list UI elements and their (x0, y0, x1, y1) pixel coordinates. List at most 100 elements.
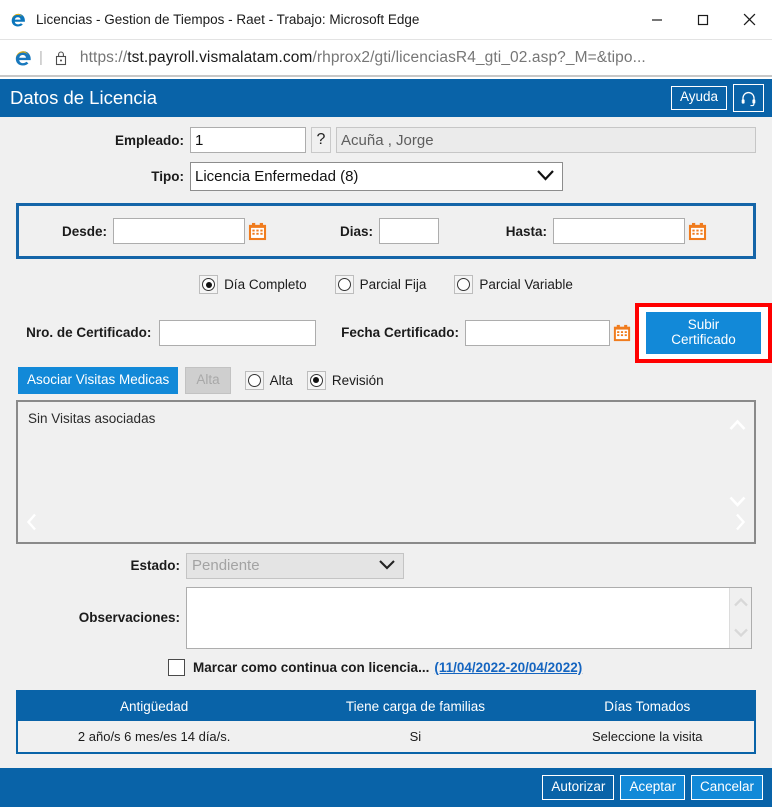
employee-lookup-button[interactable]: ? (311, 127, 331, 153)
chevron-down-icon[interactable] (729, 494, 746, 512)
empleado-row: Empleado: ? (0, 117, 772, 153)
radio-revision-label: Revisión (331, 372, 384, 388)
radio-parcial-fija[interactable]: Parcial Fija (334, 275, 426, 294)
radio-parcial-variable-box[interactable] (454, 275, 474, 294)
chevron-up-icon[interactable] (729, 418, 746, 436)
radio-revision-box[interactable] (306, 370, 326, 390)
chevron-right-icon[interactable] (734, 513, 746, 536)
radio-circle-icon (457, 278, 471, 291)
address-text[interactable]: https://tst.payroll.vismalatam.com/rhpro… (74, 49, 764, 67)
aceptar-button[interactable]: Aceptar (620, 774, 685, 801)
hasta-label: Hasta: (505, 223, 547, 239)
observaciones-field[interactable] (186, 586, 752, 649)
browser-title-bar: Licencias - Gestion de Tiempos - Raet - … (0, 0, 772, 40)
cancelar-button[interactable]: Cancelar (690, 774, 763, 801)
dias-input[interactable] (379, 218, 439, 244)
radio-alta-box[interactable] (244, 370, 264, 390)
column-header-dias-tomados: Días Tomados (604, 698, 691, 714)
date-range-group: Desde: Dias: Hasta: (16, 203, 756, 259)
estado-select-wrap: Pendiente (186, 552, 404, 579)
desde-label: Desde: (61, 223, 107, 239)
empleado-input[interactable] (190, 127, 306, 153)
tipo-row: Tipo: Licencia Enfermedad (8) (0, 153, 772, 191)
close-button[interactable] (726, 0, 772, 39)
observaciones-scrollbar[interactable] (729, 587, 751, 648)
url-path: /rhprox2/gti/licenciasR4_gti_02.asp?_M=&… (312, 48, 646, 66)
hasta-input[interactable] (553, 218, 685, 244)
nro-certificado-label: Nro. de Certificado: (26, 325, 152, 341)
help-button[interactable]: Ayuda (670, 86, 727, 110)
continua-checkbox-label: Marcar como continua con licencia... (193, 659, 430, 675)
radio-circle-icon (202, 278, 216, 291)
continua-checkbox[interactable] (168, 658, 185, 676)
radio-parcial-fija-box[interactable] (334, 275, 354, 294)
observaciones-label: Observaciones: (78, 610, 180, 626)
url-host: tst.payroll.vismalatam.com (127, 48, 313, 66)
radio-parcial-variable-label: Parcial Variable (479, 277, 573, 292)
calendar-icon[interactable] (688, 222, 707, 241)
column-header-antiguedad: Antigüedad (120, 698, 189, 714)
internet-explorer-icon (8, 48, 38, 67)
radio-circle-icon (247, 373, 261, 387)
chevron-left-icon[interactable] (26, 513, 38, 536)
empleado-label: Empleado: (114, 132, 184, 148)
app-header: Datos de Licencia Ayuda (0, 77, 772, 117)
cell-antiguedad: 2 año/s 6 mes/es 14 día/s. (77, 728, 231, 744)
employee-name-field (336, 127, 756, 153)
browser-address-bar[interactable]: | https://tst.payroll.vismalatam.com/rhp… (0, 40, 772, 77)
cell-dias-tomados: Seleccione la visita (591, 728, 703, 744)
calendar-icon[interactable] (613, 324, 631, 342)
tipo-label: Tipo: (151, 169, 184, 184)
column-header-carga-familias: Tiene carga de familias (345, 698, 485, 714)
maximize-button[interactable] (680, 0, 726, 39)
desde-input[interactable] (113, 218, 245, 244)
alta-button: Alta (185, 366, 231, 394)
visits-panel: Sin Visitas asociadas (16, 399, 756, 544)
certificate-row: Nro. de Certificado: Fecha Certificado: … (0, 294, 772, 363)
observaciones-textarea[interactable] (187, 588, 729, 648)
radio-dia-completo-label: Día Completo (224, 277, 307, 292)
url-prefix: https:// (79, 48, 128, 66)
radio-revision[interactable]: Revisión (306, 370, 384, 390)
address-separator: | (39, 49, 43, 66)
fecha-certificado-label: Fecha Certificado: (341, 325, 459, 341)
radio-parcial-variable[interactable]: Parcial Variable (454, 275, 573, 294)
radio-dia-completo-box[interactable] (199, 275, 219, 294)
table-row: 2 año/s 6 mes/es 14 día/s. Si Seleccione… (18, 720, 754, 752)
tipo-select-wrap[interactable]: Licencia Enfermedad (8) (190, 162, 563, 191)
nro-certificado-input[interactable] (159, 319, 317, 346)
fecha-certificado-input[interactable] (464, 319, 610, 346)
summary-table: Antigüedad Tiene carga de familias Días … (16, 689, 756, 754)
subir-certificado-button[interactable]: Subir Certificado (645, 312, 761, 354)
dias-label: Dias: (339, 223, 373, 239)
asociar-visitas-button[interactable]: Asociar Visitas Medicas (18, 366, 179, 394)
observaciones-row: Observaciones: (0, 579, 772, 649)
headset-icon[interactable] (733, 84, 764, 112)
continua-licencia-row: Marcar como continua con licencia... (11… (0, 649, 772, 676)
visits-empty-text: Sin Visitas asociadas (28, 410, 156, 426)
minimize-button[interactable] (634, 0, 680, 39)
page-title: Datos de Licencia (10, 87, 158, 108)
chevron-down-icon[interactable] (733, 624, 748, 642)
form-footer: Autorizar Aceptar Cancelar (0, 768, 772, 807)
padlock-icon (48, 50, 74, 66)
tipo-select[interactable]: Licencia Enfermedad (8) (190, 162, 563, 191)
window-title: Licencias - Gestion de Tiempos - Raet - … (36, 12, 420, 27)
chevron-up-icon[interactable] (733, 594, 748, 612)
calendar-icon[interactable] (248, 222, 267, 241)
date-range-row: Desde: Dias: Hasta: (29, 218, 743, 244)
license-form: Empleado: ? Tipo: Licencia Enfermedad (8… (0, 117, 772, 768)
radio-dia-completo[interactable]: Día Completo (199, 275, 307, 294)
estado-row: Estado: Pendiente (0, 544, 772, 579)
radio-alta[interactable]: Alta (244, 370, 293, 390)
radio-circle-icon (337, 278, 351, 291)
edge-e-icon (0, 11, 36, 28)
estado-select: Pendiente (186, 552, 404, 579)
cell-carga-familias: Si (409, 728, 422, 744)
continua-date-link[interactable]: (11/04/2022-20/04/2022) (434, 660, 582, 675)
radio-alta-label: Alta (269, 372, 293, 388)
window-controls (634, 0, 772, 39)
visits-toolbar: Asociar Visitas Medicas Alta Alta Revisi… (0, 363, 772, 394)
autorizar-button[interactable]: Autorizar (542, 774, 615, 801)
estado-label: Estado: (130, 558, 180, 574)
